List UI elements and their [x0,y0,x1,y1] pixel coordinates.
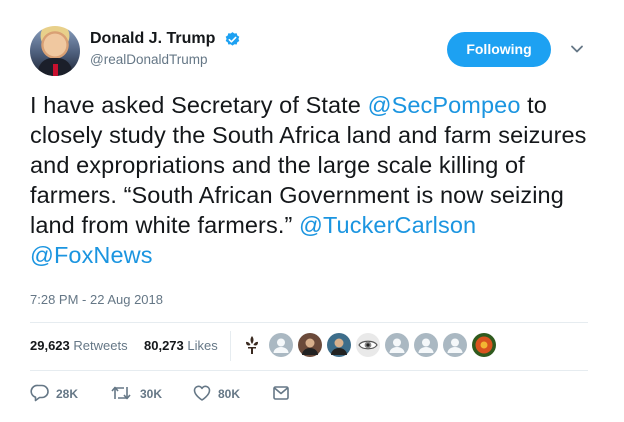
engagement-stats: 29,623 Retweets 80,273 Likes [30,322,588,370]
default-avatar-icon[interactable] [443,333,467,357]
like-count: 80K [218,387,241,401]
mention-link[interactable]: @FoxNews [30,242,153,268]
avatar-tie [53,64,58,76]
default-avatar-icon[interactable] [269,333,293,357]
retweet-count: 30K [140,387,163,401]
display-name[interactable]: Donald J. Trump [90,30,215,48]
stats-bottom-divider [30,370,588,371]
mention-link[interactable]: @TuckerCarlson [299,212,476,238]
flower-icon[interactable] [472,333,496,357]
eye-icon[interactable] [356,333,380,357]
chevron-down-icon[interactable] [568,40,586,58]
user-photo-icon[interactable] [327,333,351,357]
tweet-header: Donald J. Trump @realDonaldTrump Followi… [30,26,600,78]
retweets-label: Retweets [73,338,128,353]
retweets-count: 29,623 [30,338,70,353]
user-photo-icon[interactable] [298,333,322,357]
tweet-text-segment: I have asked Secretary of State [30,92,368,118]
reply-count: 28K [56,387,79,401]
stats-separator [230,331,231,361]
likes-stat[interactable]: 80,273 Likes [144,338,218,353]
default-avatar-icon[interactable] [385,333,409,357]
retweets-stat[interactable]: 29,623 Retweets [30,338,128,353]
retweet-icon [111,386,131,400]
tweet-text: I have asked Secretary of State @SecPomp… [30,90,600,270]
tweet-timestamp[interactable]: 7:28 PM - 22 Aug 2018 [30,292,163,307]
user-handle[interactable]: @realDonaldTrump [90,52,241,67]
mention-link[interactable]: @SecPompeo [368,92,521,118]
reply-icon [30,384,49,402]
verified-badge-icon [225,31,240,46]
fleur-de-lis-icon[interactable] [240,333,264,357]
author-info[interactable]: Donald J. Trump @realDonaldTrump [90,30,241,67]
likes-label: Likes [187,338,218,353]
avatar[interactable] [30,26,80,76]
tweet-actions: 28K 30K 80K [30,382,330,406]
envelope-icon [273,386,289,400]
default-avatar-icon[interactable] [414,333,438,357]
heart-icon [193,385,211,401]
likes-count: 80,273 [144,338,184,353]
following-button[interactable]: Following [447,32,551,67]
